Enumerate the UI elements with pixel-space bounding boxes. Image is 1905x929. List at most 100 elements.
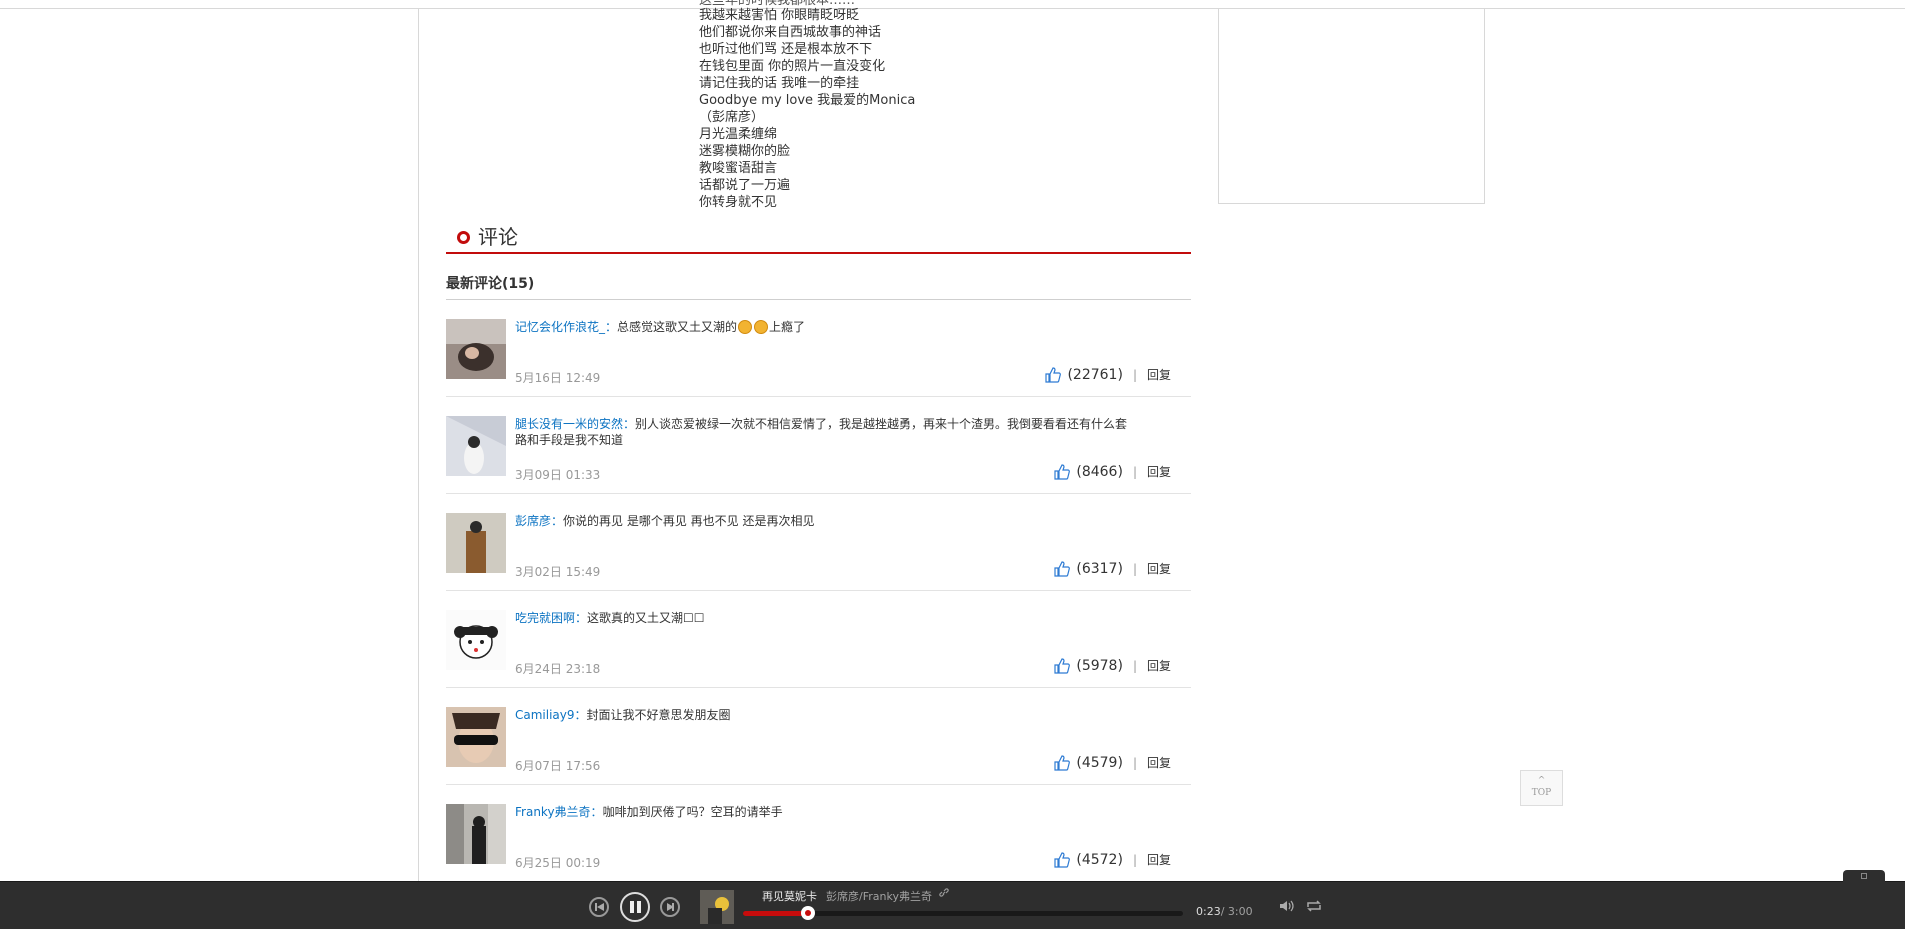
next-track-button[interactable] — [660, 897, 680, 917]
comment-text: 咖啡加到厌倦了吗？空耳的请举手 — [602, 805, 783, 819]
song-artist[interactable]: 彭席彦/Franky弗兰奇 — [826, 888, 932, 904]
action-separator: | — [1132, 464, 1137, 479]
lock-icon — [1861, 873, 1867, 879]
comment-text: 这歌真的又土又潮☐☐ — [587, 611, 705, 625]
comment-colon: ： — [551, 514, 564, 528]
reply-button[interactable]: 回复 — [1147, 463, 1171, 480]
like-count: (5978) — [1076, 657, 1123, 674]
action-separator: | — [1132, 852, 1137, 867]
lyric-line: Goodbye my love 我最爱的Monica — [699, 93, 916, 108]
progress-handle[interactable] — [800, 906, 815, 920]
comment-username[interactable]: Camiliay9 — [515, 708, 575, 722]
comment-username[interactable]: Franky弗兰奇 — [515, 805, 591, 819]
comment-item: 吃完就困啊：这歌真的又土又潮☐☐ 6月24日 23:18 (5978) | 回复 — [446, 591, 1191, 688]
back-to-top-label: TOP — [1531, 788, 1552, 798]
comment-content: 记忆会化作浪花_：总感觉这歌又土又潮的 上瘾了 — [515, 319, 1135, 335]
album-cover[interactable] — [700, 890, 734, 924]
section-dot-icon — [457, 231, 470, 244]
lyric-line: 你转身就不见 — [699, 195, 778, 210]
comment-actions: (4572) | 回复 — [1054, 851, 1171, 868]
previous-track-button[interactable] — [589, 897, 609, 917]
lyric-line: 他们都说你来自西城故事的神话 — [699, 25, 882, 40]
lyric-line: 我越来越害怕 你眼睛眨呀眨 — [699, 8, 860, 23]
progress-bar[interactable] — [743, 906, 1183, 920]
action-separator: | — [1132, 658, 1137, 673]
like-count: (6317) — [1076, 560, 1123, 577]
thumbs-up-icon[interactable] — [1054, 851, 1071, 868]
comment-actions: (4579) | 回复 — [1054, 754, 1171, 771]
comment-colon: ： — [605, 320, 618, 334]
grin-emoji-icon — [738, 320, 753, 334]
lyric-line: 教唆蜜语甜言 — [699, 161, 778, 176]
reply-button[interactable]: 回复 — [1147, 851, 1171, 868]
lyric-line: 月光温柔缠绵 — [699, 127, 778, 142]
thumbs-up-icon[interactable] — [1045, 366, 1062, 383]
thumbs-up-icon[interactable] — [1054, 657, 1071, 674]
comment-colon: ： — [590, 805, 603, 819]
comment-username[interactable]: 腿长没有一米的安然 — [515, 417, 623, 431]
action-separator: | — [1132, 561, 1137, 576]
comment-item: 记忆会化作浪花_：总感觉这歌又土又潮的 上瘾了 5月16日 12:49 (2276… — [446, 300, 1191, 397]
grin-emoji-icon — [754, 320, 769, 334]
comment-item: 腿长没有一米的安然：别人谈恋爱被绿一次就不相信爱情了，我是越挫越勇，再来十个渣男… — [446, 397, 1191, 494]
play-time: 0:23/ 3:00 — [1196, 905, 1253, 918]
volume-icon[interactable] — [1279, 899, 1295, 913]
comment-time: 3月02日 15:49 — [515, 565, 601, 579]
avatar[interactable] — [446, 804, 506, 864]
player-bar: 再见莫妮卡 彭席彦/Franky弗兰奇 0:23/ 3:00 — [0, 870, 1905, 929]
avatar[interactable] — [446, 416, 506, 476]
back-to-top-button[interactable]: ^ TOP — [1520, 770, 1563, 806]
avatar[interactable] — [446, 610, 506, 670]
comment-time: 6月07日 17:56 — [515, 759, 601, 773]
comment-colon: ： — [574, 708, 587, 722]
comment-item: Camiliay9：封面让我不好意思发朋友圈 6月07日 17:56 (4579… — [446, 688, 1191, 785]
comment-username[interactable]: 记忆会化作浪花_ — [515, 320, 605, 334]
lyrics-block: 这些年的时候我都根本…… 我越来越害怕 你眼睛眨呀眨 他们都说你来自西城故事的神… — [699, 0, 999, 211]
current-time: 0:23 — [1196, 905, 1221, 918]
thumbs-up-icon[interactable] — [1054, 560, 1071, 577]
comment-username[interactable]: 吃完就困啊 — [515, 611, 575, 625]
like-count: (8466) — [1076, 463, 1123, 480]
loop-icon[interactable] — [1305, 899, 1323, 913]
action-separator: | — [1132, 367, 1137, 382]
comment-time: 6月25日 00:19 — [515, 856, 601, 870]
comment-actions: (8466) | 回复 — [1054, 463, 1171, 480]
comment-actions: (22761) | 回复 — [1045, 366, 1171, 383]
comment-content: 彭席彦：你说的再见 是哪个再见 再也不见 还是再次相见 — [515, 513, 1135, 529]
comment-content: 吃完就困啊：这歌真的又土又潮☐☐ — [515, 610, 1135, 626]
total-time: / 3:00 — [1220, 905, 1253, 918]
avatar[interactable] — [446, 707, 506, 767]
lyric-line: 在钱包里面 你的照片一直没变化 — [699, 59, 886, 74]
content-left-border — [418, 9, 419, 881]
song-title[interactable]: 再见莫妮卡 — [762, 888, 817, 904]
like-count: (22761) — [1067, 366, 1123, 383]
comment-content: Franky弗兰奇：咖啡加到厌倦了吗？空耳的请举手 — [515, 804, 1135, 820]
avatar[interactable] — [446, 319, 506, 379]
lock-tab[interactable] — [1843, 870, 1885, 882]
thumbs-up-icon[interactable] — [1054, 754, 1071, 771]
comments-title: 评论 — [478, 225, 518, 249]
sidebar-panel — [1218, 9, 1485, 204]
reply-button[interactable]: 回复 — [1147, 657, 1171, 674]
reply-button[interactable]: 回复 — [1147, 560, 1171, 577]
avatar[interactable] — [446, 513, 506, 573]
latest-comments-heading: 最新评论(15) — [446, 273, 1191, 300]
comment-content: 腿长没有一米的安然：别人谈恋爱被绿一次就不相信爱情了，我是越挫越勇，再来十个渣男… — [515, 416, 1135, 448]
link-icon[interactable] — [938, 887, 950, 899]
comment-actions: (5978) | 回复 — [1054, 657, 1171, 674]
comments-header: 评论 — [446, 225, 1191, 254]
lyric-line: 也听过他们骂 还是根本放不下 — [699, 42, 873, 57]
comment-item: Franky弗兰奇：咖啡加到厌倦了吗？空耳的请举手 6月25日 00:19 (4… — [446, 785, 1191, 882]
like-count: (4572) — [1076, 851, 1123, 868]
comment-list: 记忆会化作浪花_：总感觉这歌又土又潮的 上瘾了 5月16日 12:49 (2276… — [446, 300, 1191, 882]
up-arrow-icon: ^ — [1537, 776, 1546, 786]
pause-button[interactable] — [620, 892, 650, 922]
comment-text: 你说的再见 是哪个再见 再也不见 还是再次相见 — [563, 514, 815, 528]
comment-text: 封面让我不好意思发朋友圈 — [586, 708, 731, 722]
thumbs-up-icon[interactable] — [1054, 463, 1071, 480]
reply-button[interactable]: 回复 — [1147, 366, 1171, 383]
comment-time: 3月09日 01:33 — [515, 468, 601, 482]
reply-button[interactable]: 回复 — [1147, 754, 1171, 771]
lyric-line: 话都说了一万遍 — [699, 178, 791, 193]
comment-username[interactable]: 彭席彦 — [515, 514, 551, 528]
